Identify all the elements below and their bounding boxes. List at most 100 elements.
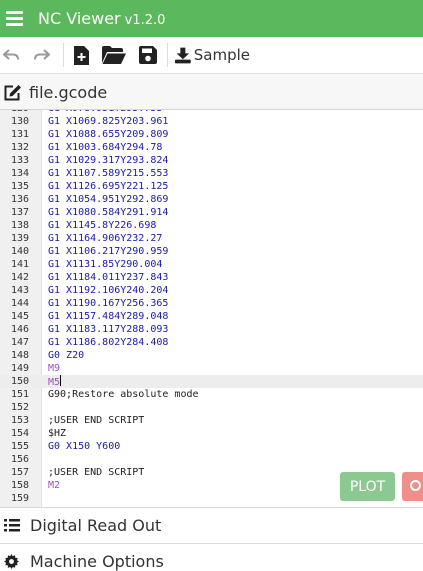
code-text: G0 X150 Y600 <box>48 441 121 452</box>
code-line[interactable]: 148 G0 Z20 <box>0 349 423 362</box>
edit-file-icon <box>4 85 21 101</box>
code-line[interactable]: 139 G1 X1164.906Y232.27 <box>0 232 423 245</box>
code-line[interactable]: 130 G1 X1069.825Y203.961 <box>0 115 423 128</box>
plot-button[interactable]: PLOT <box>340 472 395 501</box>
line-number: 134 <box>10 168 29 179</box>
line-number: 147 <box>10 337 29 348</box>
line-number: 154 <box>10 428 29 439</box>
redo-icon <box>34 49 50 60</box>
new-file-button[interactable] <box>71 37 91 73</box>
code-editor[interactable]: 129G1 X978.951Y295.753130G1 X1069.825Y20… <box>0 110 423 507</box>
code-line[interactable]: 135 G1 X1126.695Y221.125 <box>0 180 423 193</box>
line-number: 143 <box>10 285 29 296</box>
code-text: M5 <box>48 375 62 388</box>
app-title: NC Viewer v1.2.0 <box>38 9 165 28</box>
sample-label: Sample <box>193 46 250 64</box>
code-line[interactable]: 143 G1 X1192.106Y240.204 <box>0 284 423 297</box>
code-text: G1 X1029.317Y293.824 <box>48 155 169 166</box>
code-line[interactable]: 152 <box>0 401 423 414</box>
code-text: G0 Z20 <box>48 350 85 361</box>
code-line[interactable]: 154 $HZ <box>0 427 423 440</box>
toolbar: Sample <box>0 37 423 73</box>
code-line[interactable]: 138 G1 X1145.8Y226.698 <box>0 219 423 232</box>
code-text: G1 X1183.117Y288.093 <box>48 324 169 335</box>
code-text: G1 X1184.011Y237.843 <box>48 272 169 283</box>
line-number: 144 <box>10 298 29 309</box>
line-number: 149 <box>10 363 29 374</box>
code-line[interactable]: 145 G1 X1157.484Y289.048 <box>0 310 423 323</box>
code-line[interactable]: 151 G90;Restore absolute mode <box>0 388 423 401</box>
line-number: 133 <box>10 155 29 166</box>
app-name: NC Viewer <box>38 9 121 28</box>
machine-options-label: Machine Options <box>30 552 164 571</box>
stop-button[interactable] <box>402 472 423 501</box>
code-text: G1 X1186.802Y284.408 <box>48 337 169 348</box>
line-number: 136 <box>10 194 29 205</box>
toolbar-divider <box>63 43 64 67</box>
code-line[interactable]: 149 M9 <box>0 362 423 375</box>
code-line[interactable]: 136 G1 X1054.951Y292.869 <box>0 193 423 206</box>
line-number: 153 <box>10 415 29 426</box>
code-text: ;USER END SCRIPT <box>48 467 145 478</box>
line-number: 138 <box>10 220 29 231</box>
line-number: 135 <box>10 181 29 192</box>
stop-icon <box>410 480 421 491</box>
line-number: 159 <box>10 493 29 504</box>
text-cursor <box>60 375 62 386</box>
line-number: 146 <box>10 324 29 335</box>
code-line[interactable]: 132 G1 X1003.684Y294.78 <box>0 141 423 154</box>
line-number: 148 <box>10 350 29 361</box>
list-icon <box>4 519 20 532</box>
code-line[interactable]: 146 G1 X1183.117Y288.093 <box>0 323 423 336</box>
code-line[interactable]: 137 G1 X1080.584Y291.914 <box>0 206 423 219</box>
code-text: M9 <box>48 363 61 374</box>
code-line[interactable]: 150 M5 <box>0 375 423 388</box>
code-line[interactable]: 155 G0 X150 Y600 <box>0 440 423 453</box>
digital-read-out-panel[interactable]: Digital Read Out <box>0 507 423 543</box>
code-text: G1 X1192.106Y240.204 <box>48 285 169 296</box>
gear-icon <box>4 554 19 569</box>
line-number: 142 <box>10 272 29 283</box>
code-text: G1 X1131.85Y290.004 <box>48 259 163 270</box>
code-line[interactable]: 131 G1 X1088.655Y209.809 <box>0 128 423 141</box>
code-text: ;USER END SCRIPT <box>48 415 145 426</box>
code-line[interactable]: 141 G1 X1131.85Y290.004 <box>0 258 423 271</box>
code-line[interactable]: 133 G1 X1029.317Y293.824 <box>0 154 423 167</box>
line-number: 152 <box>10 402 29 413</box>
download-icon <box>175 47 191 63</box>
dro-label: Digital Read Out <box>30 516 162 535</box>
menu-icon[interactable] <box>6 11 23 26</box>
line-number: 140 <box>10 246 29 257</box>
app-header: NC Viewer v1.2.0 <box>0 0 423 37</box>
line-number: 132 <box>10 142 29 153</box>
code-text: G1 X1145.8Y226.698 <box>48 220 157 231</box>
redo-button[interactable] <box>31 37 53 73</box>
line-number: 157 <box>10 467 29 478</box>
code-line[interactable]: 156 <box>0 453 423 466</box>
open-file-button[interactable] <box>101 37 127 73</box>
code-line[interactable]: 144 G1 X1190.167Y256.365 <box>0 297 423 310</box>
code-text: G1 X1054.951Y292.869 <box>48 194 169 205</box>
sample-button[interactable]: Sample <box>175 37 250 73</box>
code-text: M2 <box>48 480 61 491</box>
line-number: 155 <box>10 441 29 452</box>
undo-button[interactable] <box>0 37 22 73</box>
code-line[interactable]: 142 G1 X1184.011Y237.843 <box>0 271 423 284</box>
save-button[interactable] <box>137 37 159 73</box>
undo-icon <box>3 49 19 60</box>
file-bar[interactable]: file.gcode <box>0 73 423 110</box>
folder-open-icon <box>102 46 126 64</box>
code-text: G1 X1164.906Y232.27 <box>48 233 163 244</box>
code-line[interactable]: 147 G1 X1186.802Y284.408 <box>0 336 423 349</box>
code-line[interactable]: 134 G1 X1107.589Y215.553 <box>0 167 423 180</box>
line-number: 151 <box>10 389 29 400</box>
line-number: 130 <box>10 116 29 127</box>
code-line[interactable]: 140 G1 X1106.217Y290.959 <box>0 245 423 258</box>
line-number: 156 <box>10 454 29 465</box>
code-line[interactable]: 153 ;USER END SCRIPT <box>0 414 423 427</box>
line-number: 139 <box>10 233 29 244</box>
code-text: G1 X1126.695Y221.125 <box>48 181 169 192</box>
line-number: 158 <box>10 480 29 491</box>
code-text: G1 X1157.484Y289.048 <box>48 311 169 322</box>
machine-options-panel[interactable]: Machine Options <box>0 543 423 571</box>
